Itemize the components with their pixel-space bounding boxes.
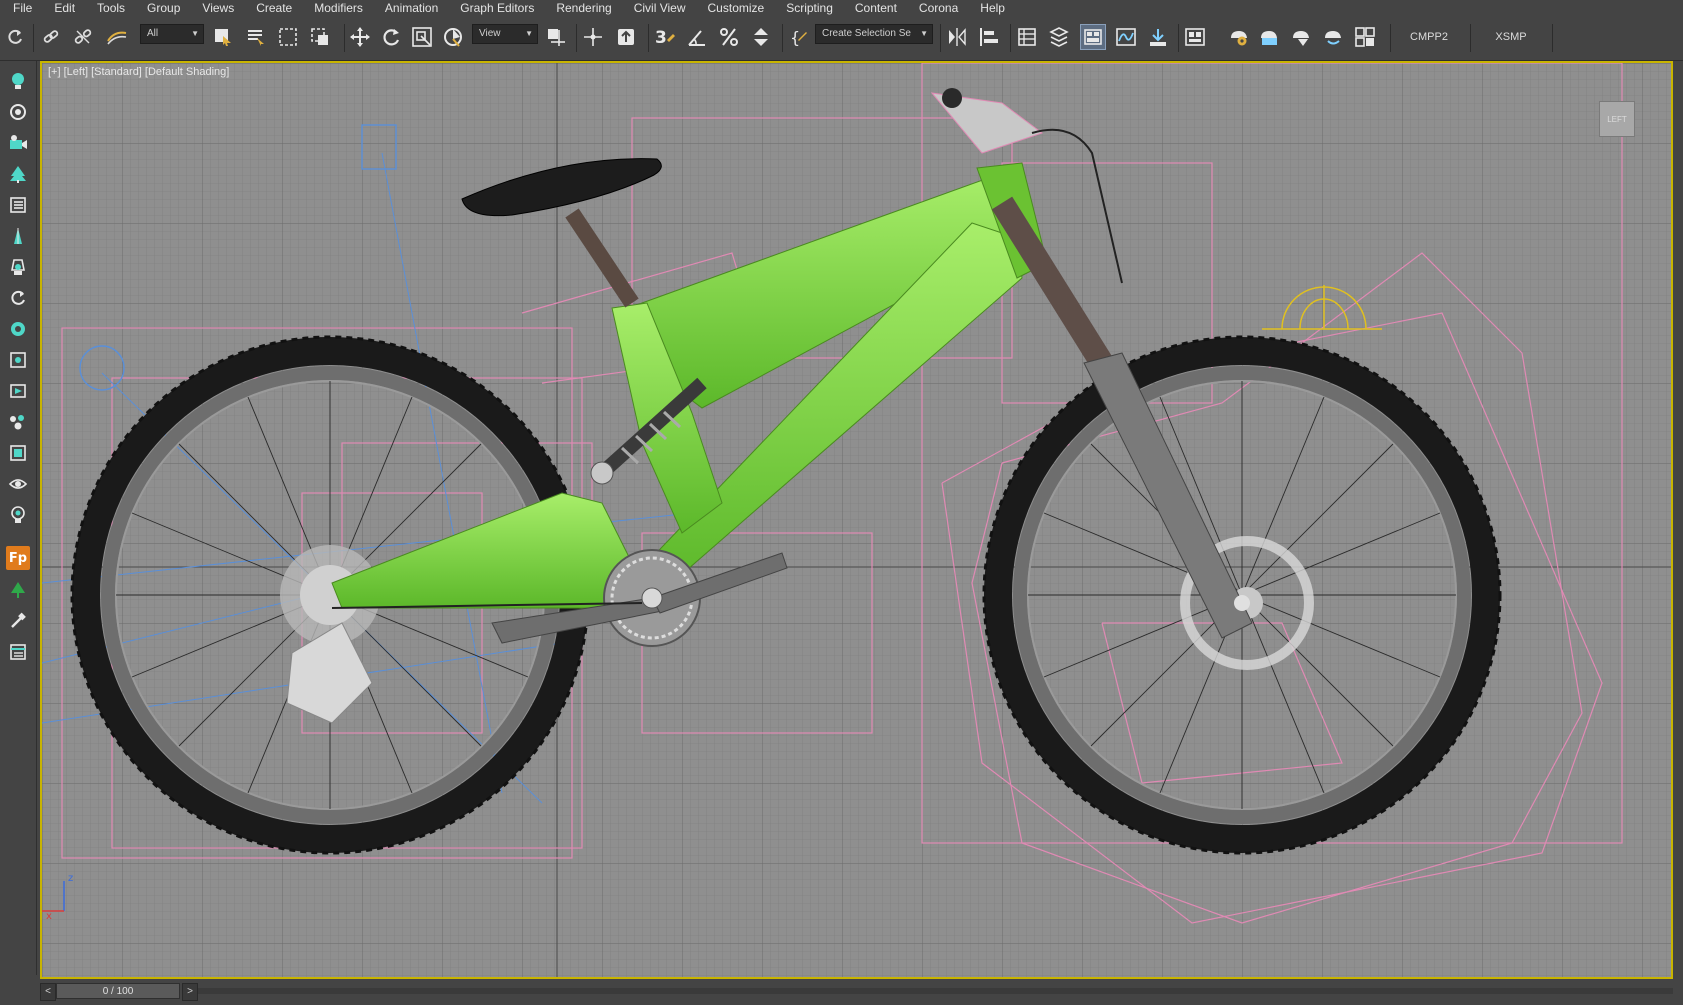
align-icon[interactable]	[976, 24, 1002, 50]
menu-tools[interactable]: Tools	[86, 0, 136, 16]
sphere-object-icon[interactable]	[5, 99, 31, 125]
side-toolbar: Fp	[0, 61, 37, 975]
light-bulb-icon[interactable]	[5, 68, 31, 94]
utilities-hammer-icon[interactable]	[5, 608, 31, 634]
percent-snap-toggle-icon[interactable]	[716, 24, 742, 50]
select-object-icon[interactable]	[210, 24, 236, 50]
next-frame-button[interactable]: >	[182, 983, 198, 1001]
snaps-toggle-icon[interactable]: 3	[652, 24, 678, 50]
select-and-link-icon[interactable]	[38, 24, 64, 50]
render-region-icon[interactable]	[5, 378, 31, 404]
menu-group[interactable]: Group	[136, 0, 191, 16]
menu-animation[interactable]: Animation	[374, 0, 449, 16]
corona-tool-icon[interactable]	[5, 223, 31, 249]
axis-z-label: z	[68, 873, 73, 884]
scatter-icon[interactable]	[5, 409, 31, 435]
window-crossing-icon[interactable]	[307, 24, 333, 50]
named-selection-set-placeholder: Create Selection Se	[822, 28, 911, 39]
frame-buffer-icon[interactable]	[5, 440, 31, 466]
previous-frame-button[interactable]: <	[40, 983, 56, 1001]
curve-editor-icon[interactable]	[1113, 24, 1139, 50]
render-setup-icon[interactable]	[1226, 24, 1252, 50]
menu-rendering[interactable]: Rendering	[545, 0, 622, 16]
menu-graph-editors[interactable]: Graph Editors	[449, 0, 545, 16]
rotate-helper-icon[interactable]	[5, 285, 31, 311]
forest-pack-button[interactable]: Fp	[6, 546, 30, 570]
main-toolbar: All ▼ View ▼ 3 {Create Selection Se ▼ C…	[0, 16, 1683, 61]
left-viewport[interactable]: z x [+] [Left] [Standard] [Default Shadi…	[40, 61, 1673, 979]
edit-named-selection-sets-icon[interactable]: {	[786, 24, 812, 50]
time-slider[interactable]: 0 / 100	[56, 983, 180, 999]
menu-scripting[interactable]: Scripting	[775, 0, 844, 16]
menu-content[interactable]: Content	[844, 0, 908, 16]
keyboard-shortcut-override-icon[interactable]	[613, 24, 639, 50]
redo-icon[interactable]	[2, 24, 28, 50]
menu-civil-view[interactable]: Civil View	[623, 0, 697, 16]
menu-create[interactable]: Create	[245, 0, 303, 16]
camera-icon[interactable]	[5, 130, 31, 156]
timeline-track[interactable]	[198, 988, 1673, 994]
menu-customize[interactable]: Customize	[697, 0, 776, 16]
snap-dimension-label: 3	[655, 28, 667, 48]
corona-sun-icon[interactable]	[5, 316, 31, 342]
select-by-name-icon[interactable]	[243, 24, 269, 50]
bind-to-space-warp-icon[interactable]	[104, 24, 130, 50]
scene-list-icon[interactable]	[5, 192, 31, 218]
toggle-layer-explorer-icon[interactable]	[1046, 24, 1072, 50]
unlink-selection-icon[interactable]	[70, 24, 96, 50]
reference-coordinate-value: View	[479, 28, 501, 39]
spinner-snap-toggle-icon[interactable]	[748, 24, 774, 50]
select-and-scale-icon[interactable]	[409, 24, 435, 50]
select-and-manipulate-icon[interactable]	[580, 24, 606, 50]
tree-icon[interactable]	[5, 577, 31, 603]
rectangular-selection-region-icon[interactable]	[275, 24, 301, 50]
named-selection-set-dropdown[interactable]: Create Selection Se ▼	[815, 24, 933, 44]
select-and-rotate-icon[interactable]	[378, 24, 404, 50]
reference-coordinate-dropdown[interactable]: View ▼	[472, 24, 538, 44]
chevron-down-icon: ▼	[920, 29, 928, 38]
use-pivot-point-center-icon[interactable]	[543, 24, 569, 50]
layer-list-icon[interactable]	[5, 639, 31, 665]
foliage-icon[interactable]	[5, 161, 31, 187]
eye-view-icon[interactable]	[5, 471, 31, 497]
chevron-down-icon: ▼	[525, 29, 533, 38]
viewport-layouts-icon[interactable]	[1352, 24, 1378, 50]
viewcube[interactable]: LEFT	[1599, 101, 1635, 137]
viewcube-face-label: LEFT	[1607, 114, 1627, 124]
viewport-canvas: z x	[42, 63, 1671, 977]
axis-x-label: x	[46, 911, 52, 922]
render-active-shade-icon[interactable]	[1320, 24, 1346, 50]
workspace-cmpp2-button[interactable]: CMPP2	[1397, 26, 1461, 48]
menu-edit[interactable]: Edit	[43, 0, 86, 16]
proxy-icon[interactable]	[5, 347, 31, 373]
svg-text:{: {	[790, 28, 800, 47]
select-and-move-icon[interactable]	[347, 24, 373, 50]
menu-corona[interactable]: Corona	[908, 0, 969, 16]
menu-bar: File Edit Tools Group Views Create Modif…	[0, 0, 1683, 16]
mirror-icon[interactable]	[944, 24, 970, 50]
menu-views[interactable]: Views	[191, 0, 245, 16]
time-slider-bar: < 0 / 100 >	[0, 980, 1683, 1005]
select-and-place-icon[interactable]	[440, 24, 466, 50]
menu-file[interactable]: File	[0, 0, 43, 16]
toggle-scene-explorer-icon[interactable]	[1014, 24, 1040, 50]
menu-modifiers[interactable]: Modifiers	[303, 0, 374, 16]
toggle-ribbon-icon[interactable]	[1080, 24, 1106, 50]
selection-filter-value: All	[147, 28, 159, 39]
lamp-object-icon[interactable]	[5, 254, 31, 280]
workspace-xsmp-button[interactable]: XSMP	[1478, 26, 1544, 48]
rendered-frame-window-icon[interactable]	[1256, 24, 1282, 50]
viewport-label[interactable]: [+] [Left] [Standard] [Default Shading]	[48, 66, 229, 78]
menu-help[interactable]: Help	[969, 0, 1016, 16]
forest-pack-label: Fp	[8, 550, 28, 566]
material-editor-icon[interactable]	[1182, 24, 1208, 50]
chevron-down-icon: ▼	[191, 29, 199, 38]
angle-snap-toggle-icon[interactable]	[684, 24, 710, 50]
interactive-light-icon[interactable]	[5, 502, 31, 528]
render-production-icon[interactable]	[1288, 24, 1314, 50]
selection-filter-dropdown[interactable]: All ▼	[140, 24, 204, 44]
schematic-view-icon[interactable]	[1145, 24, 1171, 50]
